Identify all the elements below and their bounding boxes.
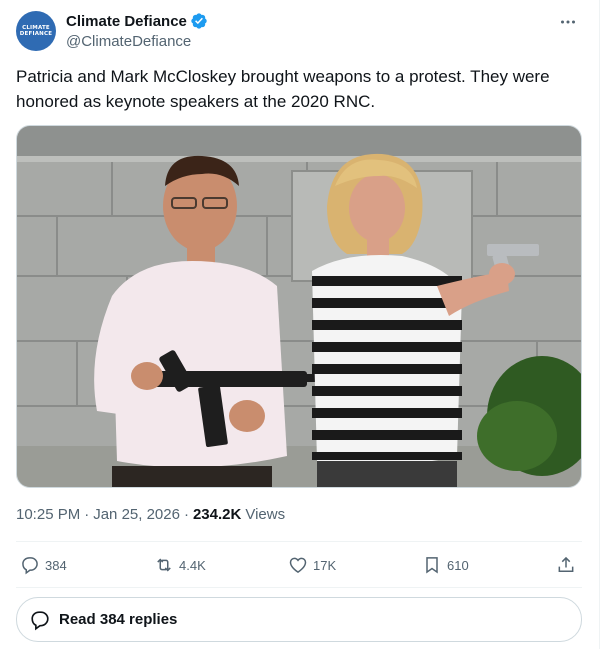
read-replies-button[interactable]: Read 384 replies bbox=[16, 597, 582, 642]
tweet-photo[interactable] bbox=[16, 125, 582, 488]
tweet-time[interactable]: 10:25 PM bbox=[16, 506, 80, 523]
more-icon[interactable] bbox=[556, 10, 580, 34]
read-replies-label: Read 384 replies bbox=[59, 611, 178, 628]
tweet-header: CLIMATE DEFIANCE Climate Defiance @Clima… bbox=[16, 10, 586, 54]
verified-badge-icon bbox=[191, 13, 207, 29]
reply-icon bbox=[22, 557, 38, 575]
tweet-date[interactable]: Jan 25, 2026 bbox=[93, 506, 180, 523]
tweet-meta: 10:25 PM · Jan 25, 2026 · 234.2K Views bbox=[16, 506, 285, 523]
meta-separator: · bbox=[84, 506, 90, 523]
action-bar: 384 4.4K 17K 610 bbox=[16, 543, 582, 587]
share-icon bbox=[558, 556, 574, 572]
reply-button[interactable]: 384 bbox=[20, 543, 67, 587]
bookmark-icon bbox=[426, 557, 438, 574]
like-button[interactable]: 17K bbox=[288, 543, 336, 587]
avatar[interactable]: CLIMATE DEFIANCE bbox=[16, 11, 56, 51]
like-count: 17K bbox=[313, 557, 337, 573]
views-count[interactable]: 234.2K bbox=[193, 506, 241, 523]
repost-button[interactable]: 4.4K bbox=[154, 543, 206, 587]
repost-icon bbox=[157, 558, 171, 572]
views-label[interactable]: Views bbox=[245, 506, 285, 523]
bookmark-button[interactable]: 610 bbox=[422, 543, 469, 587]
speech-bubble-icon bbox=[31, 610, 49, 630]
author-handle[interactable]: @ClimateDefiance bbox=[66, 33, 191, 50]
avatar-line-2: DEFIANCE bbox=[19, 31, 53, 37]
tweet-text: Patricia and Mark McCloskey brought weap… bbox=[16, 67, 550, 111]
reply-count: 384 bbox=[45, 557, 67, 573]
like-icon bbox=[289, 557, 307, 573]
meta-separator: · bbox=[183, 506, 189, 523]
share-button[interactable] bbox=[556, 543, 581, 587]
name-row: Climate Defiance bbox=[66, 12, 208, 30]
tweet-card: CLIMATE DEFIANCE Climate Defiance @Clima… bbox=[0, 0, 600, 649]
repost-count: 4.4K bbox=[179, 557, 206, 573]
photo-illustration bbox=[17, 126, 581, 487]
divider bbox=[16, 587, 582, 588]
author-name[interactable]: Climate Defiance bbox=[66, 13, 187, 30]
divider bbox=[16, 541, 582, 542]
bookmark-count: 610 bbox=[447, 557, 469, 573]
